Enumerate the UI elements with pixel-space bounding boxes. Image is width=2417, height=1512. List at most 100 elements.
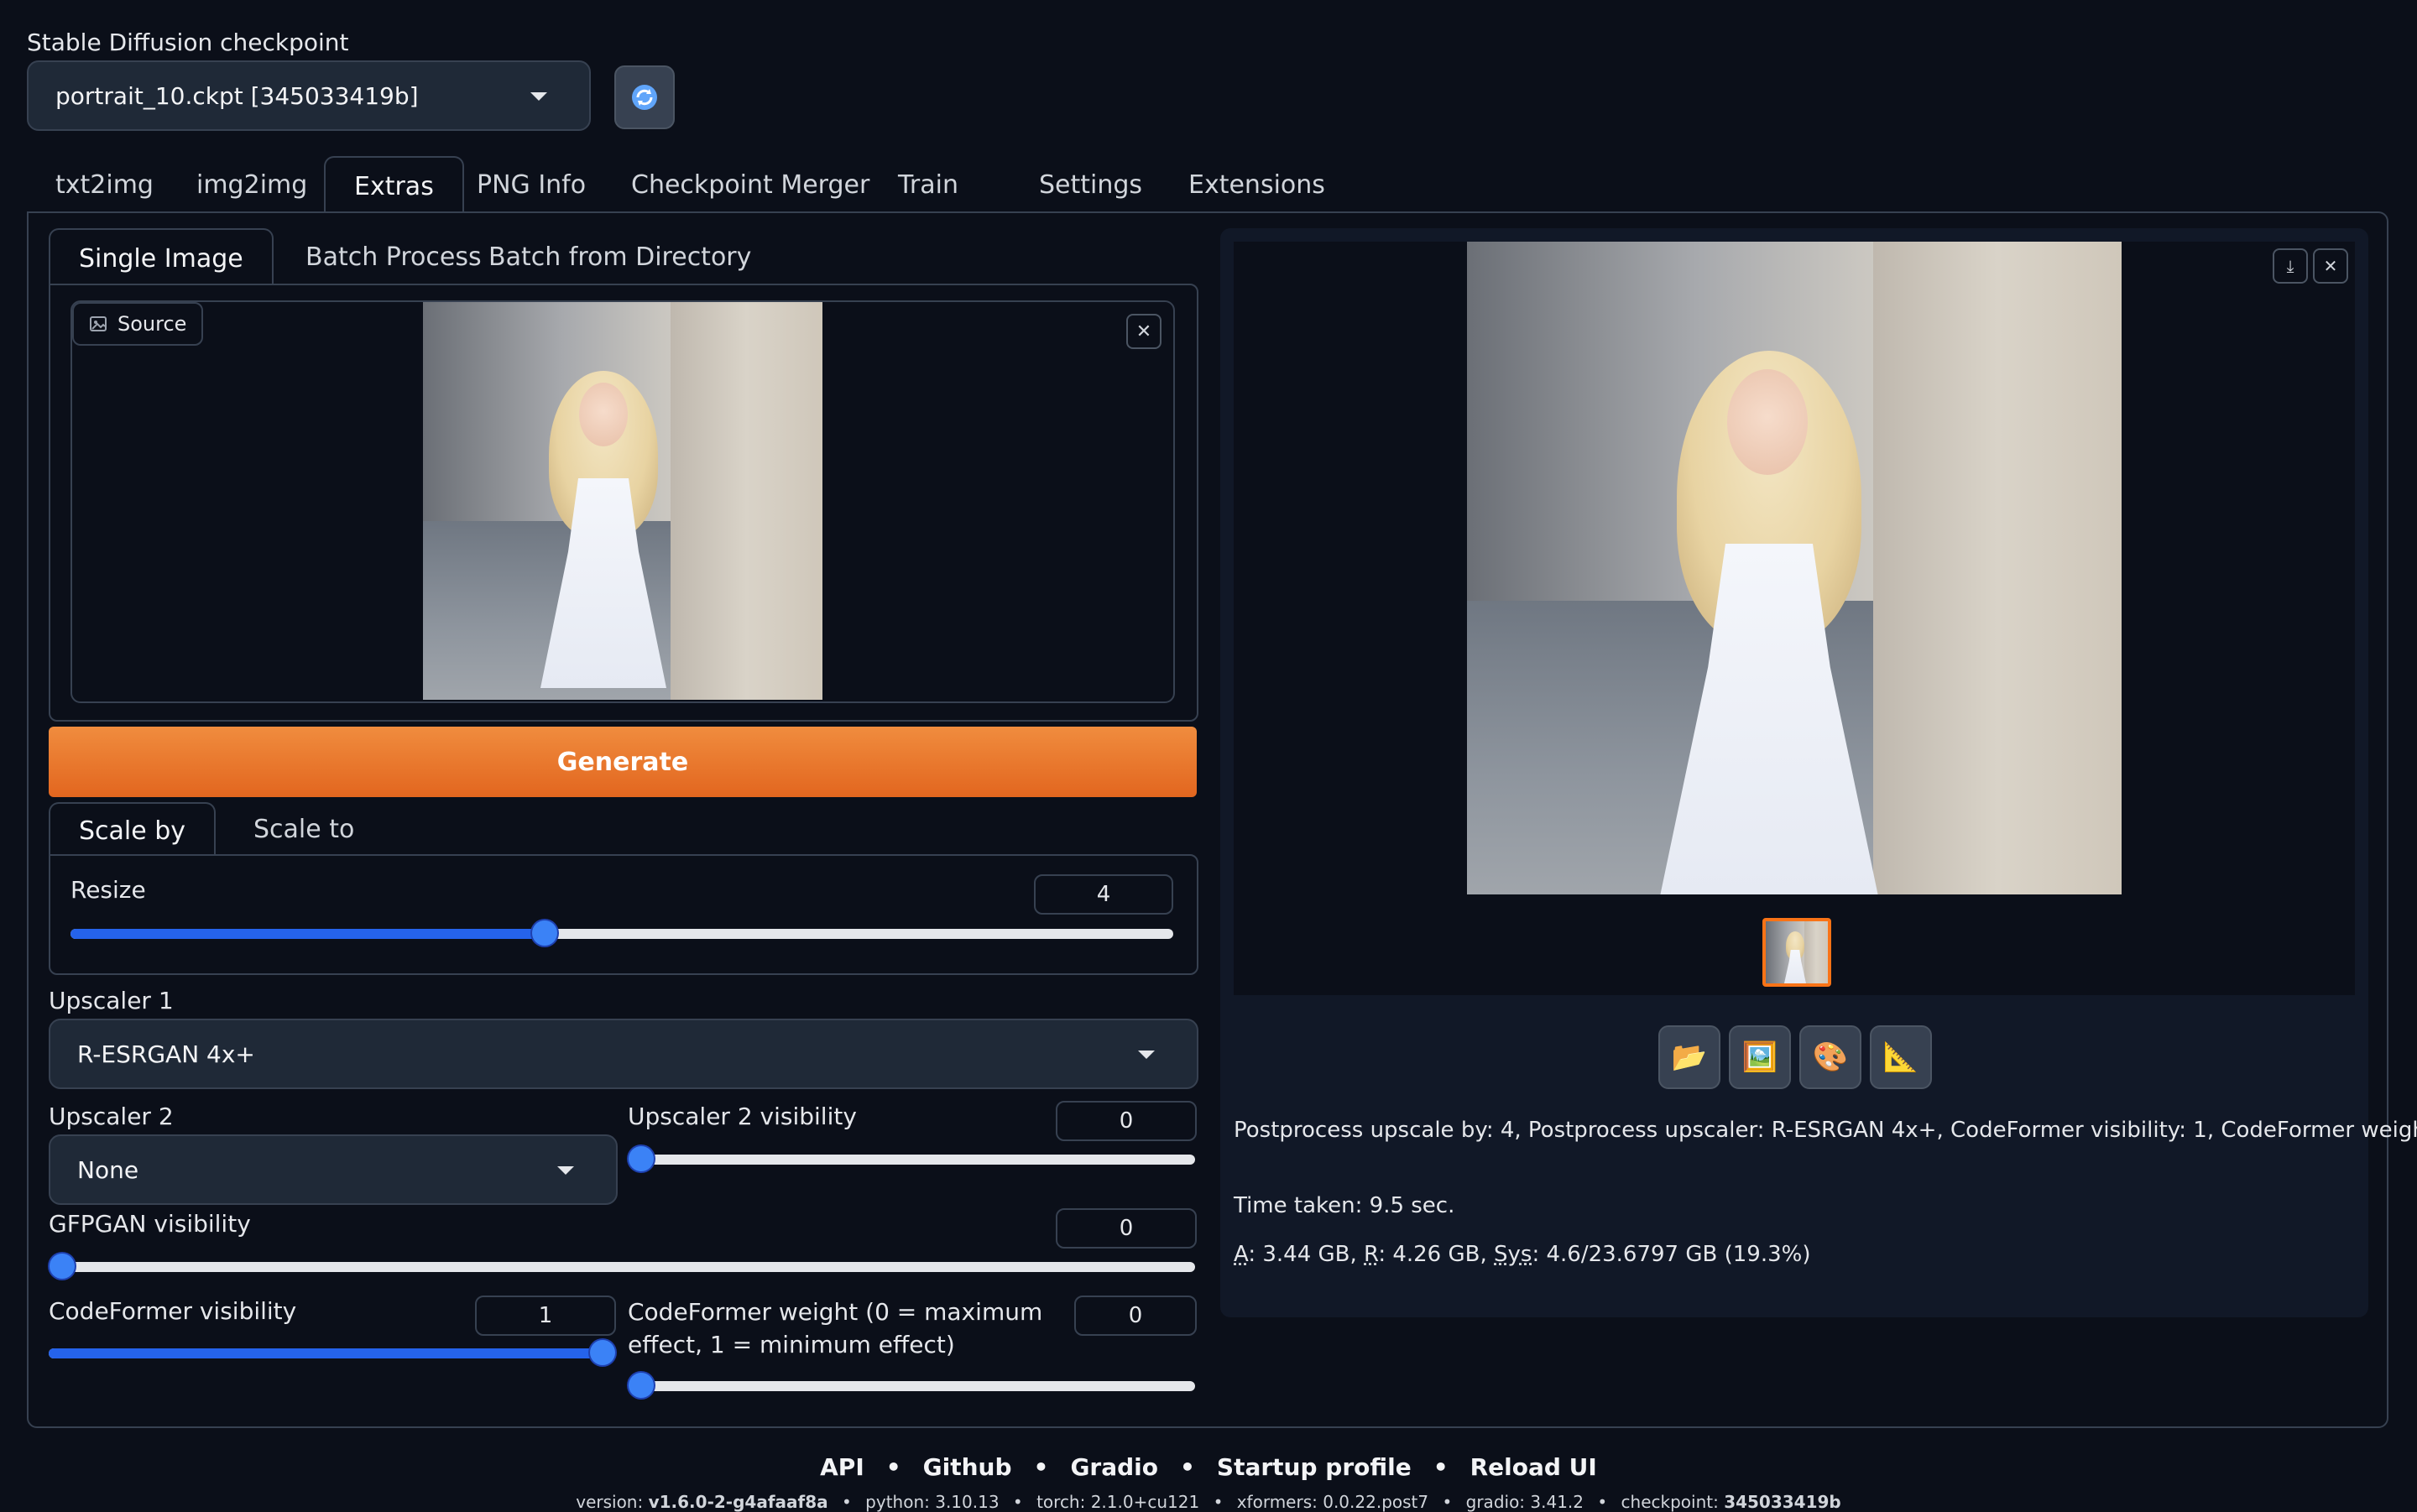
resize-slider-thumb[interactable] xyxy=(532,920,557,946)
sub-tab-bar: Single Image Batch Process Batch from Di… xyxy=(49,228,1056,287)
gfpgan-visibility-slider[interactable] xyxy=(62,1262,1195,1272)
scale-tab-bar: Scale by Scale to xyxy=(49,802,552,858)
tab-scale-by[interactable]: Scale by xyxy=(49,802,216,859)
resize-slider[interactable] xyxy=(70,929,1173,939)
upscaler1-value: R-ESRGAN 4x+ xyxy=(77,1020,255,1087)
footer-separator: • xyxy=(842,1492,852,1512)
tab-png-info[interactable]: PNG Info xyxy=(448,156,614,215)
chevron-down-icon xyxy=(557,1166,574,1175)
tab-train[interactable]: Train xyxy=(869,156,987,215)
download-button[interactable]: ⤓ xyxy=(2273,248,2308,284)
main-tab-bar: txt2img img2img Extras PNG Info Checkpoi… xyxy=(27,156,1336,215)
gradio-version: gradio: 3.41.2 xyxy=(1466,1492,1584,1512)
version-label: version: xyxy=(576,1492,648,1512)
codeformer-weight-label: CodeFormer weight (0 = maximum effect, 1… xyxy=(628,1296,1078,1361)
upscaler1-label: Upscaler 1 xyxy=(49,987,174,1014)
memory-r-value: : 4.26 GB, xyxy=(1378,1242,1494,1267)
chevron-down-icon xyxy=(1138,1051,1155,1059)
memory-a-value: : 3.44 GB, xyxy=(1248,1242,1364,1267)
gfpgan-visibility-label: GFPGAN visibility xyxy=(49,1210,251,1238)
checkpoint-label: Stable Diffusion checkpoint xyxy=(27,29,349,56)
footer-separator: • xyxy=(1442,1492,1452,1512)
generate-button[interactable]: Generate xyxy=(49,727,1197,797)
chevron-down-icon xyxy=(530,92,547,101)
memory-sys-value: : 4.6/23.6797 GB (19.3%) xyxy=(1532,1242,1810,1267)
tab-extras[interactable]: Extras xyxy=(324,156,464,216)
torch-version: torch: 2.1.0+cu121 xyxy=(1036,1492,1199,1512)
footer-link-reload-ui[interactable]: Reload UI xyxy=(1470,1453,1597,1481)
source-image xyxy=(423,302,822,700)
gfpgan-visibility-input[interactable]: 0 xyxy=(1056,1208,1197,1249)
tab-single-image[interactable]: Single Image xyxy=(49,228,274,289)
resize-input[interactable]: 4 xyxy=(1034,874,1173,915)
footer-link-github[interactable]: Github xyxy=(923,1453,1012,1481)
footer-version-info: version: v1.6.0-2-g4afaaf8a • python: 3.… xyxy=(0,1492,2417,1512)
checkpoint-dropdown[interactable]: portrait_10.ckpt [345033419b] xyxy=(27,60,591,131)
tab-checkpoint-merger[interactable]: Checkpoint Merger xyxy=(603,156,898,215)
upscaler2-visibility-slider-thumb[interactable] xyxy=(629,1146,654,1171)
download-icon: ⤓ xyxy=(2287,256,2294,276)
footer-link-api[interactable]: API xyxy=(820,1453,864,1481)
gfpgan-visibility-slider-thumb[interactable] xyxy=(50,1254,75,1279)
palette-icon: 🎨 xyxy=(1813,1040,1848,1074)
generation-info: Postprocess upscale by: 4, Postprocess u… xyxy=(1234,1118,2417,1143)
footer-separator: • xyxy=(1214,1492,1224,1512)
upscaler2-visibility-input[interactable]: 0 xyxy=(1056,1101,1197,1141)
upscaler2-label: Upscaler 2 xyxy=(49,1103,174,1130)
memory-usage: A: 3.44 GB, R: 4.26 GB, Sys: 4.6/23.6797… xyxy=(1234,1242,1811,1267)
close-output-button[interactable]: ✕ xyxy=(2313,248,2348,284)
footer-separator: • xyxy=(1597,1492,1607,1512)
refresh-icon xyxy=(630,83,659,112)
send-to-extras-button[interactable]: 📐 xyxy=(1870,1025,1932,1089)
close-icon: ✕ xyxy=(1136,321,1151,342)
resize-label: Resize xyxy=(70,876,146,904)
codeformer-weight-input[interactable]: 0 xyxy=(1074,1296,1197,1336)
footer-separator: • xyxy=(1433,1453,1449,1481)
image-icon xyxy=(89,315,107,333)
send-to-inpaint-button[interactable]: 🎨 xyxy=(1799,1025,1861,1089)
footer-separator: • xyxy=(1034,1453,1049,1481)
upscaler1-dropdown[interactable]: R-ESRGAN 4x+ xyxy=(49,1019,1198,1089)
close-icon: ✕ xyxy=(2324,256,2338,276)
footer-separator: • xyxy=(1180,1453,1195,1481)
footer-link-gradio[interactable]: Gradio xyxy=(1070,1453,1158,1481)
codeformer-weight-slider-thumb[interactable] xyxy=(629,1373,654,1398)
source-label: Source xyxy=(117,312,186,336)
codeformer-visibility-input[interactable]: 1 xyxy=(475,1296,616,1336)
picture-icon: 🖼️ xyxy=(1742,1040,1778,1074)
codeformer-visibility-slider[interactable] xyxy=(49,1348,603,1358)
footer-separator: • xyxy=(1013,1492,1023,1512)
open-folder-button[interactable]: 📂 xyxy=(1658,1025,1720,1089)
tab-scale-to[interactable]: Scale to xyxy=(225,802,383,858)
codeformer-visibility-label: CodeFormer visibility xyxy=(49,1297,296,1325)
output-thumbnail[interactable] xyxy=(1762,918,1831,987)
footer-separator: • xyxy=(886,1453,901,1481)
python-version: python: 3.10.13 xyxy=(865,1492,999,1512)
codeformer-visibility-slider-thumb[interactable] xyxy=(590,1340,615,1365)
folder-icon: 📂 xyxy=(1672,1040,1707,1074)
upscaler2-dropdown[interactable]: None xyxy=(49,1134,618,1205)
memory-sys-key: Sys xyxy=(1494,1242,1532,1267)
memory-r-key: R xyxy=(1364,1242,1378,1267)
tab-batch-from-directory[interactable]: Batch from Directory xyxy=(460,228,780,287)
checkpoint-hash-label: checkpoint: xyxy=(1621,1492,1725,1512)
codeformer-weight-slider[interactable] xyxy=(641,1381,1195,1391)
footer-links: API • Github • Gradio • Startup profile • Reload… xyxy=(0,1453,2417,1481)
time-taken: Time taken: 9.5 sec. xyxy=(1234,1193,1454,1218)
checkpoint-hash-value: 345033419b xyxy=(1724,1492,1841,1512)
send-to-img2img-button[interactable]: 🖼️ xyxy=(1729,1025,1791,1089)
upscaler2-visibility-label: Upscaler 2 visibility xyxy=(628,1103,857,1130)
tab-txt2img[interactable]: txt2img xyxy=(27,156,182,215)
refresh-checkpoint-button[interactable] xyxy=(614,65,675,129)
version-value[interactable]: v1.6.0-2-g4afaaf8a xyxy=(649,1492,828,1512)
scale-by-panel xyxy=(49,854,1198,975)
tab-extensions[interactable]: Extensions xyxy=(1160,156,1354,215)
output-image[interactable] xyxy=(1467,242,2122,894)
upscaler2-value: None xyxy=(77,1136,138,1203)
tab-img2img[interactable]: img2img xyxy=(168,156,336,215)
tab-settings[interactable]: Settings xyxy=(1010,156,1171,215)
xformers-version: xformers: 0.0.22.post7 xyxy=(1237,1492,1428,1512)
clear-source-button[interactable]: ✕ xyxy=(1126,314,1162,349)
footer-link-startup-profile[interactable]: Startup profile xyxy=(1217,1453,1412,1481)
upscaler2-visibility-slider[interactable] xyxy=(641,1155,1195,1165)
